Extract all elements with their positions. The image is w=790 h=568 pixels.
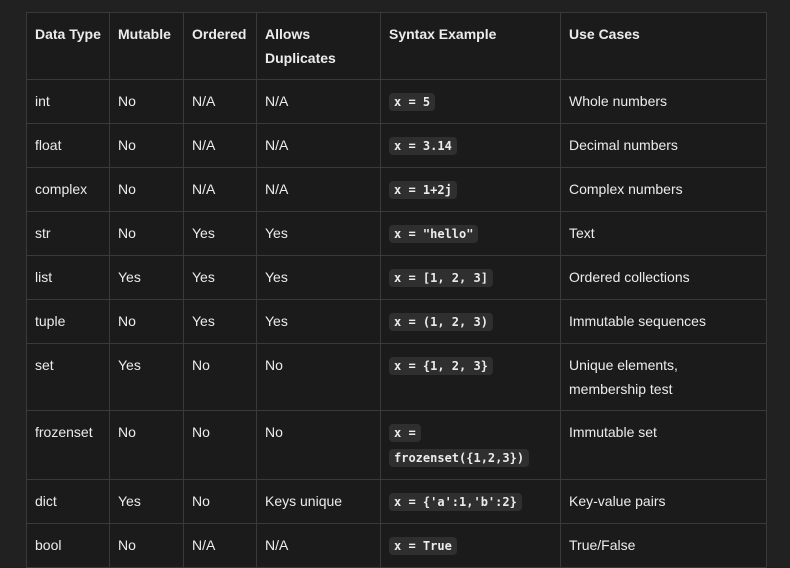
cell-ordered: N/A: [183, 523, 257, 568]
syntax-code: x = (1, 2, 3): [389, 313, 493, 331]
cell-mutable: No: [109, 167, 184, 212]
cell-ordered: Yes: [183, 299, 257, 344]
cell-mutable: No: [109, 299, 184, 344]
table-row: float No N/A N/A x = 3.14 Decimal number…: [26, 123, 767, 168]
cell-syntax: x = 1+2j: [380, 167, 561, 212]
cell-syntax: x = [1, 2, 3]: [380, 255, 561, 300]
cell-syntax: x = "hello": [380, 211, 561, 256]
cell-syntax: x = frozenset({1,2,3}): [380, 410, 561, 480]
cell-ordered: Yes: [183, 211, 257, 256]
cell-duplicates: N/A: [256, 523, 381, 568]
cell-mutable: No: [109, 523, 184, 568]
cell-ordered: No: [183, 410, 257, 480]
header-row: Data Type Mutable Ordered Allows Duplica…: [26, 12, 767, 80]
cell-use-case: Unique elements, membership test: [560, 343, 767, 411]
header-allows-duplicates: Allows Duplicates: [256, 12, 381, 80]
cell-ordered: N/A: [183, 123, 257, 168]
cell-duplicates: N/A: [256, 123, 381, 168]
cell-mutable: No: [109, 79, 184, 124]
table-row: frozenset No No No x = frozenset({1,2,3}…: [26, 410, 767, 480]
cell-duplicates: No: [256, 410, 381, 480]
cell-duplicates: Keys unique: [256, 479, 381, 524]
cell-ordered: Yes: [183, 255, 257, 300]
cell-mutable: Yes: [109, 255, 184, 300]
cell-mutable: Yes: [109, 479, 184, 524]
cell-mutable: No: [109, 123, 184, 168]
cell-data-type: dict: [26, 479, 110, 524]
cell-mutable: No: [109, 410, 184, 480]
cell-duplicates: N/A: [256, 79, 381, 124]
cell-data-type: int: [26, 79, 110, 124]
table-row: list Yes Yes Yes x = [1, 2, 3] Ordered c…: [26, 255, 767, 300]
cell-mutable: No: [109, 211, 184, 256]
cell-ordered: No: [183, 343, 257, 411]
cell-use-case: Complex numbers: [560, 167, 767, 212]
table-header: Data Type Mutable Ordered Allows Duplica…: [26, 12, 767, 80]
cell-ordered: N/A: [183, 167, 257, 212]
table-row: bool No N/A N/A x = True True/False: [26, 523, 767, 568]
cell-data-type: complex: [26, 167, 110, 212]
table-row: dict Yes No Keys unique x = {'a':1,'b':2…: [26, 479, 767, 524]
table-row: complex No N/A N/A x = 1+2j Complex numb…: [26, 167, 767, 212]
data-types-table: Data Type Mutable Ordered Allows Duplica…: [26, 12, 767, 568]
cell-use-case: Immutable set: [560, 410, 767, 480]
cell-syntax: x = {'a':1,'b':2}: [380, 479, 561, 524]
cell-use-case: Whole numbers: [560, 79, 767, 124]
cell-ordered: N/A: [183, 79, 257, 124]
table-row: set Yes No No x = {1, 2, 3} Unique eleme…: [26, 343, 767, 411]
syntax-code: x = {1, 2, 3}: [389, 357, 493, 375]
cell-data-type: set: [26, 343, 110, 411]
cell-use-case: Ordered collections: [560, 255, 767, 300]
cell-data-type: frozenset: [26, 410, 110, 480]
header-data-type: Data Type: [26, 12, 110, 80]
syntax-code: x = 1+2j: [389, 181, 457, 199]
syntax-code: x = [1, 2, 3]: [389, 269, 493, 287]
cell-ordered: No: [183, 479, 257, 524]
cell-use-case: Immutable sequences: [560, 299, 767, 344]
header-ordered: Ordered: [183, 12, 257, 80]
cell-use-case: Key-value pairs: [560, 479, 767, 524]
table-row: tuple No Yes Yes x = (1, 2, 3) Immutable…: [26, 299, 767, 344]
header-syntax-example: Syntax Example: [380, 12, 561, 80]
cell-duplicates: Yes: [256, 299, 381, 344]
syntax-code: x = {'a':1,'b':2}: [389, 493, 522, 511]
cell-syntax: x = 5: [380, 79, 561, 124]
syntax-code: x = 5: [389, 93, 436, 111]
cell-syntax: x = True: [380, 523, 561, 568]
cell-mutable: Yes: [109, 343, 184, 411]
cell-data-type: tuple: [26, 299, 110, 344]
cell-syntax: x = 3.14: [380, 123, 561, 168]
cell-data-type: list: [26, 255, 110, 300]
syntax-code: x = 3.14: [389, 137, 457, 155]
cell-use-case: Text: [560, 211, 767, 256]
table-row: str No Yes Yes x = "hello" Text: [26, 211, 767, 256]
cell-data-type: bool: [26, 523, 110, 568]
cell-duplicates: No: [256, 343, 381, 411]
cell-duplicates: Yes: [256, 255, 381, 300]
syntax-code: x = "hello": [389, 225, 479, 243]
cell-use-case: True/False: [560, 523, 767, 568]
table-body: int No N/A N/A x = 5 Whole numbers float…: [26, 79, 767, 568]
cell-syntax: x = (1, 2, 3): [380, 299, 561, 344]
cell-data-type: float: [26, 123, 110, 168]
data-types-table-container: Data Type Mutable Ordered Allows Duplica…: [26, 12, 767, 568]
cell-syntax: x = {1, 2, 3}: [380, 343, 561, 411]
syntax-code: x = True: [389, 537, 457, 555]
table-row: int No N/A N/A x = 5 Whole numbers: [26, 79, 767, 124]
cell-duplicates: Yes: [256, 211, 381, 256]
cell-duplicates: N/A: [256, 167, 381, 212]
syntax-code: x = frozenset({1,2,3}): [389, 424, 530, 467]
header-use-cases: Use Cases: [560, 12, 767, 80]
header-mutable: Mutable: [109, 12, 184, 80]
cell-data-type: str: [26, 211, 110, 256]
cell-use-case: Decimal numbers: [560, 123, 767, 168]
